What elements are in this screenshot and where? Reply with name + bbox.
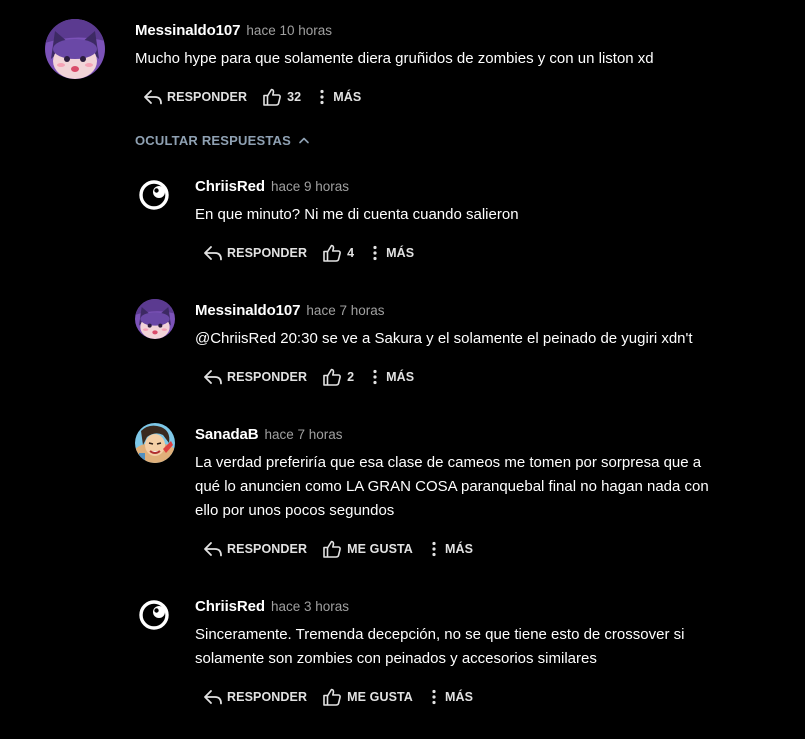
- timestamp: hace 9 horas: [270, 179, 350, 194]
- reply-text-line: Sinceramente. Tremenda decepción, no se …: [195, 626, 685, 643]
- like-count: 2: [347, 370, 355, 384]
- hide-replies-toggle[interactable]: OCULTAR RESPUESTAS: [135, 131, 310, 149]
- reply-actions: RESPONDER ME GUSTA MÁS: [203, 538, 473, 560]
- username[interactable]: Messinaldo107: [135, 22, 241, 39]
- thumbs-up-icon: [322, 367, 342, 387]
- more-vertical-icon: [431, 541, 437, 557]
- reply-label: RESPONDER: [227, 370, 308, 384]
- crunchyroll-logo-icon: [135, 175, 175, 215]
- reply-label: RESPONDER: [227, 246, 308, 260]
- more-button[interactable]: MÁS: [431, 541, 473, 557]
- reply-actions: RESPONDER ME GUSTA MÁS: [203, 686, 473, 708]
- like-button[interactable]: ME GUSTA: [322, 687, 413, 707]
- reply-header: ChriisRed hace 9 horas: [195, 177, 349, 197]
- reply-label: RESPONDER: [227, 690, 308, 704]
- crunchyroll-logo-icon: [135, 595, 175, 635]
- anime-character-avatar-icon: [135, 423, 175, 463]
- comment-actions: RESPONDER 32 MÁS: [143, 86, 361, 108]
- avatar[interactable]: [135, 299, 175, 339]
- avatar[interactable]: [135, 175, 175, 215]
- more-button[interactable]: MÁS: [372, 369, 414, 385]
- anime-cat-avatar-icon: [45, 19, 105, 79]
- reply-icon: [203, 689, 223, 705]
- like-button[interactable]: 32: [262, 87, 301, 107]
- reply-text-line: En que minuto? Ni me di cuenta cuando sa…: [195, 206, 519, 223]
- reply-actions: RESPONDER 2 MÁS: [203, 366, 414, 388]
- reply-button[interactable]: RESPONDER: [203, 541, 307, 557]
- reply-icon: [203, 369, 223, 385]
- reply-button[interactable]: RESPONDER: [143, 89, 247, 105]
- reply-icon: [143, 89, 163, 105]
- thumbs-up-icon: [322, 539, 342, 559]
- reply-text-line: @ChriisRed 20:30 se ve a Sakura y el sol…: [195, 330, 693, 347]
- timestamp: hace 10 horas: [246, 23, 332, 38]
- more-button[interactable]: MÁS: [372, 245, 414, 261]
- reply-icon: [203, 245, 223, 261]
- anime-cat-avatar-icon: [135, 299, 175, 339]
- like-button[interactable]: 2: [322, 367, 354, 387]
- more-vertical-icon: [372, 369, 378, 385]
- reply-label: RESPONDER: [227, 542, 308, 556]
- username[interactable]: ChriisRed: [195, 178, 265, 195]
- more-vertical-icon: [319, 89, 325, 105]
- more-button[interactable]: MÁS: [431, 689, 473, 705]
- reply-button[interactable]: RESPONDER: [203, 369, 307, 385]
- reply-icon: [203, 541, 223, 557]
- reply-text-line: ello por unos pocos segundos: [195, 502, 395, 519]
- more-vertical-icon: [431, 689, 437, 705]
- like-count: 4: [347, 246, 355, 260]
- timestamp: hace 7 horas: [306, 303, 385, 318]
- avatar[interactable]: [135, 423, 175, 463]
- thumbs-up-icon: [262, 87, 282, 107]
- username[interactable]: ChriisRed: [195, 598, 265, 615]
- hide-replies-label: OCULTAR RESPUESTAS: [135, 132, 291, 148]
- reply-button[interactable]: RESPONDER: [203, 245, 307, 261]
- chevron-up-icon: [299, 137, 309, 144]
- reply-header: Messinaldo107 hace 7 horas: [195, 301, 384, 321]
- more-button[interactable]: MÁS: [319, 89, 361, 105]
- comment-text: Mucho hype para que solamente diera gruñ…: [135, 50, 654, 67]
- timestamp: hace 3 horas: [270, 599, 350, 614]
- avatar[interactable]: [45, 19, 105, 79]
- like-label: ME GUSTA: [347, 690, 413, 704]
- avatar[interactable]: [135, 595, 175, 635]
- more-label: MÁS: [444, 542, 474, 556]
- like-button[interactable]: ME GUSTA: [322, 539, 413, 559]
- like-count: 32: [287, 90, 302, 104]
- reply-actions: RESPONDER 4 MÁS: [203, 242, 414, 264]
- reply-button[interactable]: RESPONDER: [203, 689, 307, 705]
- reply-header: ChriisRed hace 3 horas: [195, 597, 349, 617]
- more-vertical-icon: [372, 245, 378, 261]
- more-label: MÁS: [444, 690, 474, 704]
- more-label: MÁS: [386, 246, 415, 260]
- reply-header: SanadaB hace 7 horas: [195, 425, 343, 445]
- username[interactable]: Messinaldo107: [195, 302, 301, 319]
- like-label: ME GUSTA: [347, 542, 413, 556]
- reply-text-line: La verdad preferiría que esa clase de ca…: [195, 454, 702, 471]
- thumbs-up-icon: [322, 687, 342, 707]
- more-label: MÁS: [386, 370, 415, 384]
- reply-label: RESPONDER: [167, 90, 248, 104]
- comment-header: Messinaldo107 hace 10 horas: [135, 21, 332, 41]
- timestamp: hace 7 horas: [264, 427, 343, 442]
- reply-text-line: qué lo anuncien como LA GRAN COSA paranq…: [195, 478, 709, 495]
- more-label: MÁS: [333, 90, 362, 104]
- reply-text-line: solamente son zombies con peinados y acc…: [195, 650, 597, 667]
- username[interactable]: SanadaB: [195, 426, 259, 443]
- thumbs-up-icon: [322, 243, 342, 263]
- like-button[interactable]: 4: [322, 243, 354, 263]
